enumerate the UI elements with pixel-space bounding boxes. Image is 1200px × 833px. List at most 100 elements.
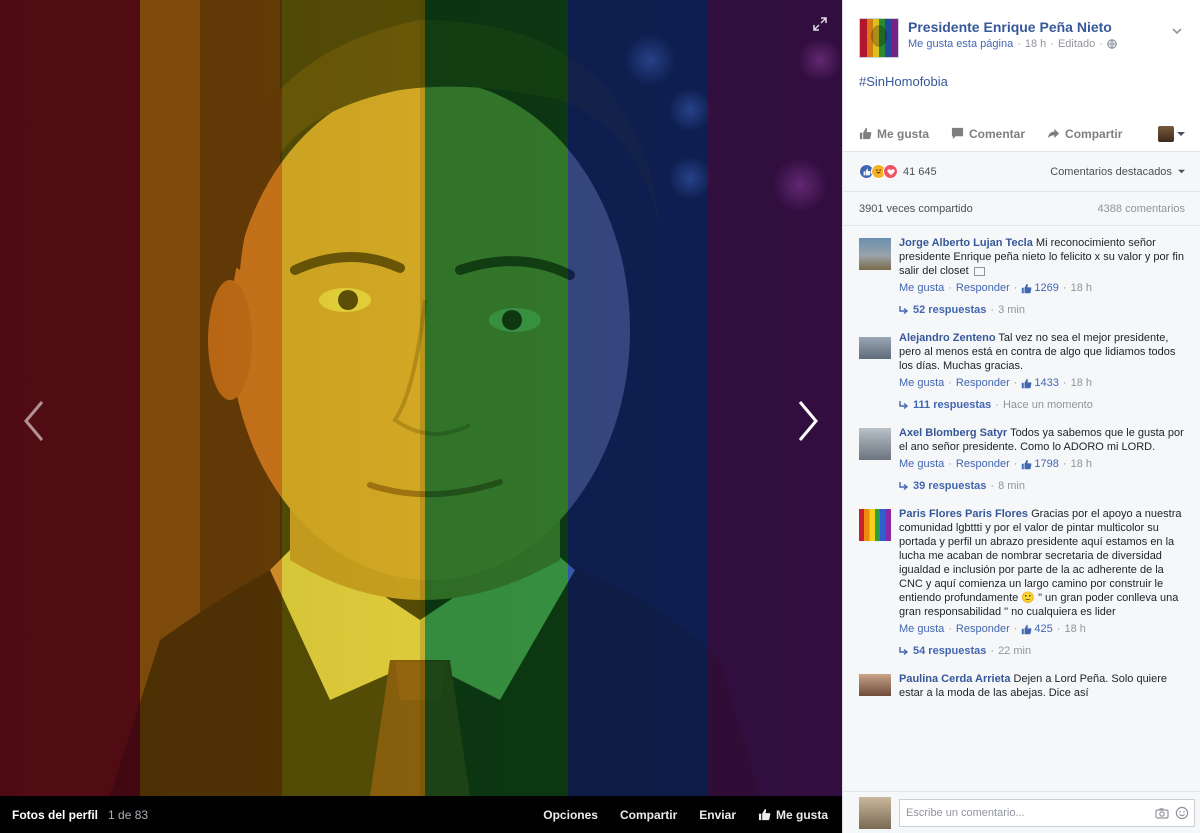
globe-icon[interactable] xyxy=(1107,39,1117,49)
thumbs-up-icon xyxy=(1022,378,1032,388)
next-photo-button[interactable] xyxy=(790,398,826,444)
comment-time[interactable]: 18 h xyxy=(1071,281,1092,295)
share-count[interactable]: 3901 veces compartido xyxy=(859,203,973,215)
post-caption-hashtag[interactable]: #SinHomofobia xyxy=(843,58,1200,89)
comment-like-count[interactable]: 1798 xyxy=(1021,457,1059,471)
fullscreen-icon[interactable] xyxy=(812,16,828,32)
comment-action-label: Comentar xyxy=(969,126,1026,141)
composer-icons xyxy=(1155,806,1189,820)
reply-arrow-icon xyxy=(899,306,909,315)
reactions-summary: 41 645 Comentarios destacados xyxy=(843,152,1200,192)
rainbow-portrait-image xyxy=(0,0,842,796)
previous-photo-button[interactable] xyxy=(16,398,52,444)
comment-actions: Me gusta · Responder · 1798 · 18 h xyxy=(899,457,1092,471)
comment-author[interactable]: Paris Flores Paris Flores xyxy=(899,508,1028,520)
profile-photo[interactable] xyxy=(0,0,842,796)
like-label: Me gusta xyxy=(775,807,828,822)
comment-like-link[interactable]: Me gusta xyxy=(899,281,944,295)
replies-link-row: 52 respuestas · 3 min xyxy=(899,303,1189,317)
photo-viewer: Fotos del perfil 1 de 83 Opciones Compar… xyxy=(0,0,1200,833)
options-button[interactable]: Opciones xyxy=(543,808,598,822)
comment-like-count[interactable]: 425 xyxy=(1021,622,1053,636)
comment-content: Alejandro Zenteno Tal vez no sea el mejo… xyxy=(899,331,1189,373)
view-replies-link[interactable]: 52 respuestas xyxy=(913,303,986,317)
comment-author[interactable]: Paulina Cerda Arrieta xyxy=(899,673,1010,685)
comment-as-selector[interactable] xyxy=(1158,125,1185,142)
post-actions: Me gusta Comentar Compartir xyxy=(843,116,1200,152)
comment-reply-link[interactable]: Responder xyxy=(956,281,1010,295)
comment-item: Jorge Alberto Lujan Tecla Mi reconocimie… xyxy=(859,236,1189,317)
thumbs-up-icon xyxy=(758,808,771,821)
post-time[interactable]: 18 h xyxy=(1025,38,1046,50)
comment-like-link[interactable]: Me gusta xyxy=(899,622,944,636)
replies-time: 3 min xyxy=(998,304,1025,316)
like-action-label: Me gusta xyxy=(877,126,930,141)
comment-time[interactable]: 18 h xyxy=(1071,457,1092,471)
comment-item: Paulina Cerda Arrieta Dejen a Lord Peña.… xyxy=(859,672,1189,700)
view-replies-link[interactable]: 39 respuestas xyxy=(913,479,986,493)
replies-time: 22 min xyxy=(998,645,1032,657)
comment-composer: Escribe un comentario... xyxy=(843,791,1200,833)
view-replies-link[interactable]: 54 respuestas xyxy=(913,644,986,658)
caret-down-icon xyxy=(1177,131,1185,136)
reaction-icons[interactable] xyxy=(859,164,898,179)
comment-like-link[interactable]: Me gusta xyxy=(899,376,944,390)
comment-time[interactable]: 18 h xyxy=(1064,622,1085,636)
reactions-count[interactable]: 41 645 xyxy=(903,166,937,178)
replies-link-row: 54 respuestas · 22 min xyxy=(899,644,1189,658)
comment-reply-link[interactable]: Responder xyxy=(956,376,1010,390)
comment-author[interactable]: Axel Blomberg Satyr xyxy=(899,427,1007,439)
send-button[interactable]: Enviar xyxy=(699,808,736,822)
thumbs-up-icon xyxy=(1022,624,1032,634)
page-avatar[interactable] xyxy=(859,18,899,58)
page-name[interactable]: Presidente Enrique Peña Nieto xyxy=(908,18,1170,36)
replies-time: Hace un momento xyxy=(1002,399,1093,411)
view-replies-link[interactable]: 111 respuestas xyxy=(913,398,991,412)
replies-link-row: 39 respuestas · 8 min xyxy=(899,479,1189,493)
comment-time[interactable]: 18 h xyxy=(1071,376,1092,390)
comment-actions: Me gusta · Responder · 425 · 18 h xyxy=(899,622,1086,636)
share-comment-counts: 3901 veces compartido 4388 comentarios xyxy=(843,192,1200,226)
like-button[interactable]: Me gusta xyxy=(758,808,828,822)
like-action[interactable]: Me gusta xyxy=(859,127,929,141)
commenter-avatar[interactable] xyxy=(859,428,891,460)
photo-stage: Fotos del perfil 1 de 83 Opciones Compar… xyxy=(0,0,842,833)
post-details-panel: Presidente Enrique Peña Nieto Me gusta e… xyxy=(842,0,1200,833)
comment-count[interactable]: 4388 comentarios xyxy=(1098,203,1185,215)
comment-reply-link[interactable]: Responder xyxy=(956,457,1010,471)
reply-arrow-icon xyxy=(899,482,909,491)
viewer-avatar xyxy=(1158,125,1174,142)
like-page-link[interactable]: Me gusta esta página xyxy=(908,38,1013,50)
post-options-chevron-icon[interactable] xyxy=(1170,24,1184,38)
comment-content: Paris Flores Paris Flores Gracias por el… xyxy=(899,507,1189,619)
album-title[interactable]: Fotos del perfil xyxy=(12,808,98,822)
comment-like-count[interactable]: 1269 xyxy=(1021,281,1059,295)
caret-down-icon xyxy=(1178,169,1185,173)
comment-text: Gracias por el apoyo a nuestra comunidad… xyxy=(899,508,1182,618)
share-button[interactable]: Compartir xyxy=(620,808,677,822)
chevron-right-icon xyxy=(798,401,818,441)
commenter-avatar[interactable] xyxy=(859,238,891,270)
comment-actions: Me gusta · Responder · 1269 · 18 h xyxy=(899,281,1092,295)
thumbs-up-icon xyxy=(1022,459,1032,469)
current-user-avatar xyxy=(859,796,891,829)
featured-comments-label: Comentarios destacados xyxy=(1050,165,1172,178)
comment-author[interactable]: Alejandro Zenteno xyxy=(899,332,996,344)
thumbs-up-icon xyxy=(1022,283,1032,293)
camera-icon[interactable] xyxy=(1155,806,1169,820)
comment-like-link[interactable]: Me gusta xyxy=(899,457,944,471)
comment-bubble-icon xyxy=(951,127,964,140)
comment-action[interactable]: Comentar xyxy=(951,127,1025,141)
featured-comments-selector[interactable]: Comentarios destacados xyxy=(1050,166,1185,178)
commenter-avatar[interactable] xyxy=(859,337,891,359)
reply-arrow-icon xyxy=(899,401,909,410)
edited-label[interactable]: Editado xyxy=(1058,38,1095,50)
share-action[interactable]: Compartir xyxy=(1047,127,1122,141)
comment-like-count[interactable]: 1433 xyxy=(1021,376,1059,390)
comment-input[interactable]: Escribe un comentario... xyxy=(899,798,1195,827)
commenter-avatar[interactable] xyxy=(859,509,891,541)
commenter-avatar[interactable] xyxy=(859,674,891,696)
comment-author[interactable]: Jorge Alberto Lujan Tecla xyxy=(899,237,1033,249)
comment-reply-link[interactable]: Responder xyxy=(956,622,1010,636)
emoji-icon[interactable] xyxy=(1175,806,1189,820)
